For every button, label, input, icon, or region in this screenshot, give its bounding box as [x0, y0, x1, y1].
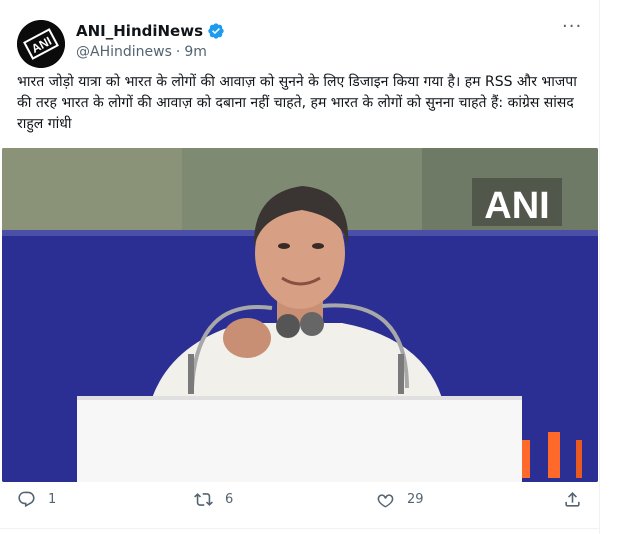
- retweet-icon: [194, 493, 213, 506]
- ani-watermark: ANI: [484, 185, 549, 227]
- author-name-row[interactable]: ANI_HindiNews: [76, 22, 225, 40]
- tweet-image[interactable]: ANI: [2, 148, 598, 482]
- separator-dot: ·: [175, 44, 181, 60]
- display-name[interactable]: ANI_HindiNews: [76, 22, 203, 40]
- handle[interactable]: @AHindinews: [76, 44, 172, 60]
- retweet-count: 6: [225, 492, 234, 507]
- more-options-button[interactable]: ···: [562, 18, 582, 36]
- reply-button[interactable]: 1: [17, 490, 56, 509]
- divider: [0, 528, 600, 529]
- like-button[interactable]: 29: [376, 490, 424, 509]
- ani-logo-icon: ANI: [17, 20, 65, 68]
- tweet-text: भारत जोड़ो यात्रा को भारत के लोगों की आव…: [17, 74, 577, 132]
- verified-badge-icon: [208, 23, 224, 39]
- avatar[interactable]: ANI: [17, 20, 65, 68]
- share-icon: [565, 492, 580, 507]
- reply-count: 1: [48, 492, 57, 507]
- speech-photo: ANI: [2, 148, 598, 482]
- reply-icon: [18, 491, 35, 508]
- handle-row: @AHindinews · 9m: [76, 44, 207, 60]
- action-bar: 1 6 29: [0, 490, 600, 524]
- retweet-button[interactable]: 6: [194, 490, 233, 509]
- timestamp[interactable]: 9m: [184, 44, 207, 60]
- tweet-card[interactable]: ANI ANI_HindiNews @AHindinews · 9m ··· भ…: [0, 0, 600, 534]
- like-count: 29: [407, 492, 424, 507]
- heart-icon: [377, 494, 394, 508]
- share-button[interactable]: [563, 490, 582, 509]
